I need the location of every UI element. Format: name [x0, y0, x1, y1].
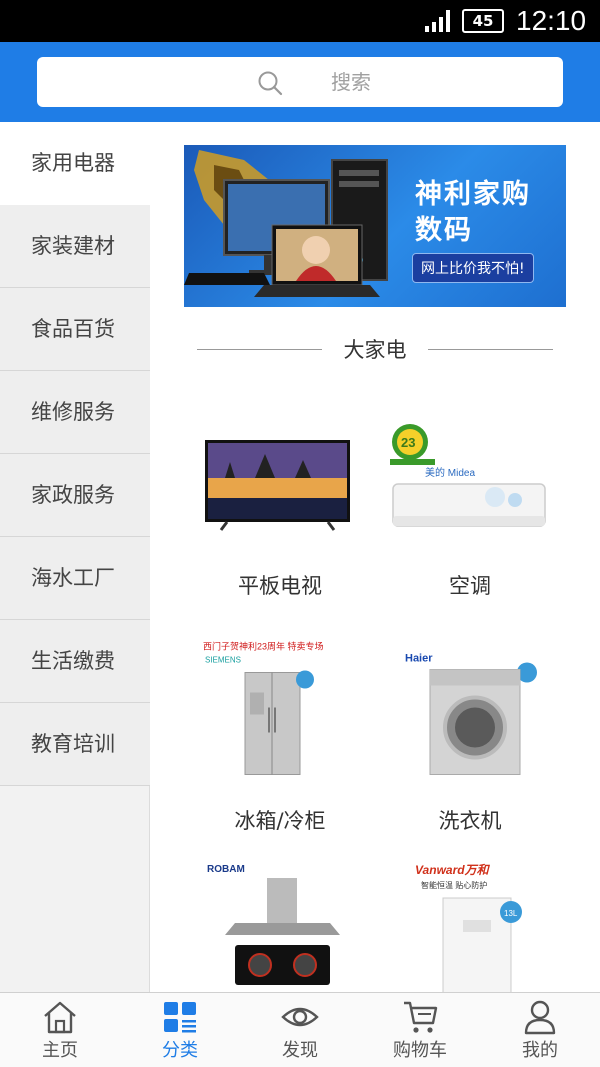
refrigerator-image: 西门子贺神利23周年 特卖专场 SIEMENS: [203, 641, 324, 775]
category-sidebar: 家用电器 家装建材 食品百货 维修服务 家政服务 海水工厂 生活缴费 教育培训: [0, 122, 151, 992]
sidebar-item-seawater-factory[interactable]: 海水工厂: [0, 537, 150, 620]
search-placeholder: 搜索: [331, 70, 371, 94]
banner-title: 神利家购数码: [415, 179, 531, 246]
product-range-hood[interactable]: ROBAM: [185, 860, 375, 992]
sidebar-item-groceries[interactable]: 食品百货: [0, 288, 150, 371]
battery-indicator: 45: [462, 9, 504, 33]
sidebar-item-bill-payment[interactable]: 生活缴费: [0, 620, 150, 703]
tab-label: 分类: [162, 1040, 198, 1061]
product-label: 冰箱/冷柜: [234, 809, 326, 833]
section-title: 大家电: [343, 338, 407, 362]
svg-text:23: 23: [401, 435, 415, 450]
search-icon: [258, 71, 283, 96]
tab-label: 发现: [282, 1040, 318, 1061]
product-label: 空调: [449, 574, 491, 598]
banner-subtitle: 网上比价我不怕!: [412, 253, 534, 283]
svg-text:Haier: Haier: [405, 653, 433, 665]
svg-text:Vanward万和: Vanward万和: [415, 863, 491, 877]
tab-profile[interactable]: 我的: [480, 993, 600, 1067]
signal-icon: [425, 10, 450, 32]
tab-label: 购物车: [393, 1040, 447, 1061]
home-icon: [44, 1001, 76, 1034]
svg-text:智能恒温 贴心防护: 智能恒温 贴心防护: [421, 880, 487, 890]
washing-machine-image: Haier: [405, 653, 537, 775]
tab-cart[interactable]: 购物车: [360, 993, 480, 1067]
svg-text:美的 Midea: 美的 Midea: [425, 466, 475, 479]
product-label: 平板电视: [238, 574, 322, 598]
category-icon: [164, 1002, 196, 1033]
water-heater-image: Vanward万和 智能恒温 贴心防护 13L: [415, 863, 522, 992]
user-icon: [524, 1000, 556, 1035]
category-content: 神利家购数码 网上比价我不怕! 大家电 平板电视 23 美的 Midea 空调 …: [151, 122, 600, 992]
sidebar-item-building-materials[interactable]: 家装建材: [0, 205, 150, 288]
svg-text:西门子贺神利23周年 特卖专场: 西门子贺神利23周年 特卖专场: [203, 641, 324, 652]
svg-text:ROBAM: ROBAM: [207, 864, 245, 875]
product-air-conditioner[interactable]: 23 美的 Midea 空调: [375, 412, 565, 612]
sidebar-item-housekeeping[interactable]: 家政服务: [0, 454, 150, 537]
section-divider-right: [428, 349, 553, 350]
section-divider-left: [197, 349, 322, 350]
sidebar-item-repair[interactable]: 维修服务: [0, 371, 150, 454]
product-refrigerator[interactable]: 西门子贺神利23周年 特卖专场 SIEMENS 冰箱/冷柜: [185, 635, 375, 845]
air-conditioner-image: 23 美的 Midea: [390, 424, 546, 527]
tab-category[interactable]: 分类: [120, 993, 240, 1067]
svg-text:SIEMENS: SIEMENS: [205, 656, 241, 665]
tab-home[interactable]: 主页: [0, 993, 120, 1067]
banner-devices-image: [184, 150, 388, 297]
product-washing-machine[interactable]: Haier 洗衣机: [375, 635, 565, 845]
status-bar: 45 12:10: [0, 0, 600, 42]
clock: 12:10: [516, 5, 587, 36]
sidebar-item-education[interactable]: 教育培训: [0, 703, 150, 786]
product-label: 洗衣机: [438, 809, 502, 833]
product-water-heater[interactable]: Vanward万和 智能恒温 贴心防护 13L: [375, 860, 565, 992]
tab-discover[interactable]: 发现: [240, 993, 360, 1067]
tv-image: [205, 440, 350, 531]
bottom-tab-bar: 主页 分类 发现 购物车 我的: [0, 992, 600, 1067]
range-hood-image: ROBAM: [207, 864, 340, 985]
search-input[interactable]: 搜索: [37, 57, 563, 107]
header: 搜索: [0, 42, 600, 122]
sidebar-item-appliances[interactable]: 家用电器: [0, 122, 151, 205]
eye-icon: [281, 1007, 319, 1027]
tab-label: 我的: [522, 1040, 558, 1061]
promo-banner[interactable]: 神利家购数码 网上比价我不怕!: [184, 145, 566, 307]
tab-label: 主页: [42, 1040, 78, 1061]
cart-icon: [404, 1001, 438, 1033]
svg-text:13L: 13L: [504, 909, 518, 918]
product-tv[interactable]: 平板电视: [185, 412, 375, 612]
